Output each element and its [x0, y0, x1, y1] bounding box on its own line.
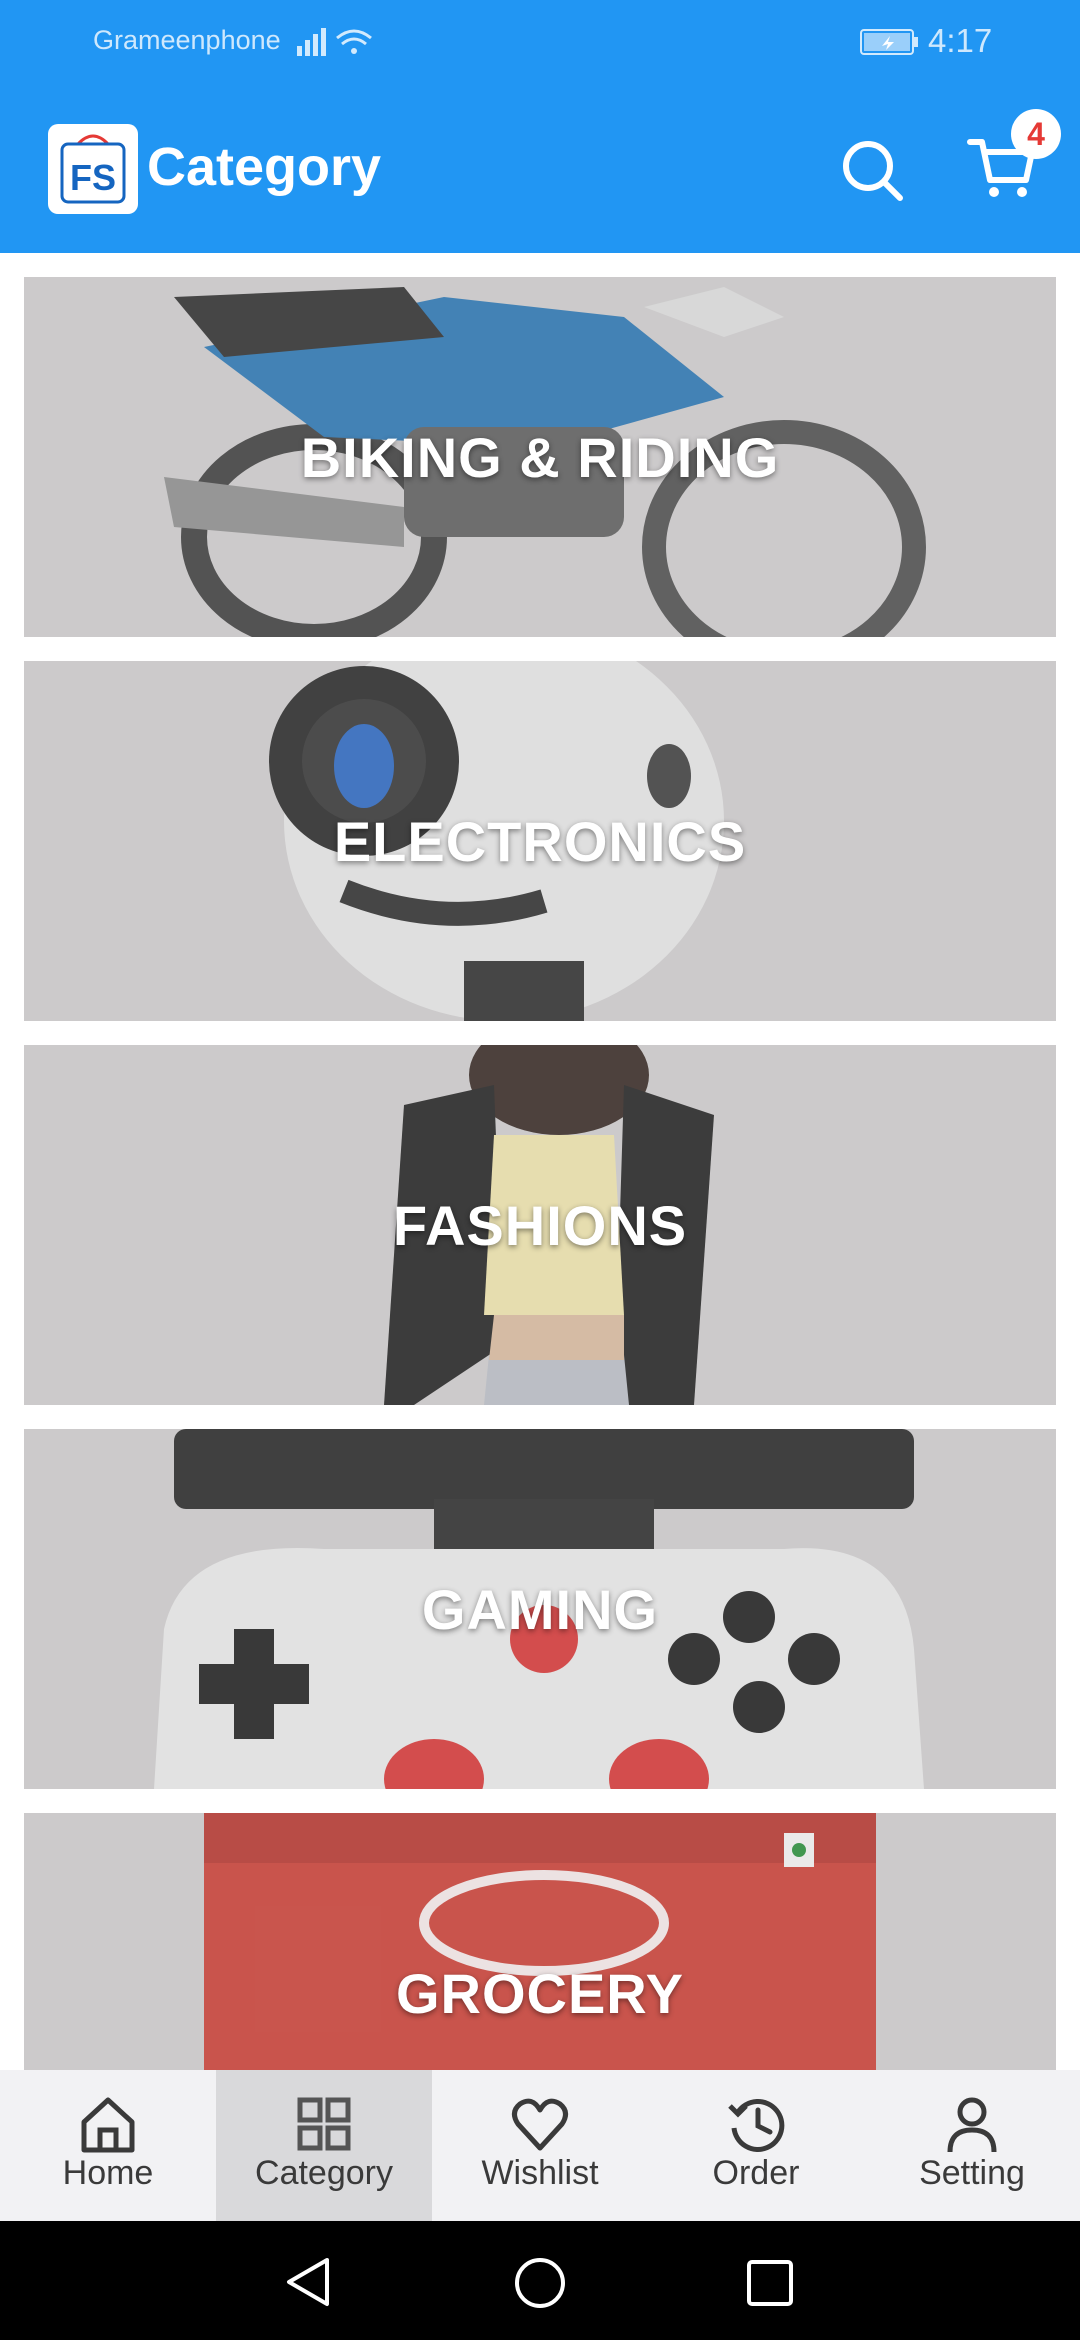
nav-label: Order [712, 2154, 800, 2192]
bottom-navigation: Home Category Wishlist Order Setting [0, 2070, 1080, 2221]
nav-order[interactable]: Order [648, 2070, 864, 2221]
category-label: BIKING & RIDING [300, 425, 780, 489]
search-icon[interactable] [840, 138, 906, 204]
category-card-fashions[interactable]: FASHIONS [24, 1045, 1056, 1405]
nav-label: Category [255, 2154, 393, 2192]
history-icon [728, 2098, 785, 2152]
category-label: FASHIONS [392, 1193, 688, 1257]
signal-wifi-icon [297, 28, 372, 56]
home-icon [81, 2097, 135, 2153]
category-label: GAMING [421, 1577, 659, 1641]
nav-label: Wishlist [481, 2154, 599, 2192]
category-card-gaming[interactable]: GAMING [24, 1429, 1056, 1789]
app-bar: Grameenphone 4:17 FS Category 4 [0, 0, 1080, 253]
app-logo: FS [48, 124, 138, 214]
nav-category[interactable]: Category [216, 2070, 432, 2221]
category-list[interactable]: BIKING & RIDING ELECTRONICS FASHIONS GAM… [0, 253, 1080, 2070]
battery-icon [860, 29, 918, 55]
logo-text: FS [70, 157, 116, 198]
category-card-grocery[interactable]: GROCERY [24, 1813, 1056, 2070]
nav-setting[interactable]: Setting [864, 2070, 1080, 2221]
nav-home[interactable]: Home [0, 2070, 216, 2221]
status-bar: Grameenphone 4:17 [0, 0, 1080, 86]
category-label: GROCERY [395, 1961, 685, 2025]
nav-label: Home [62, 2154, 154, 2192]
back-icon[interactable] [283, 2256, 335, 2308]
cart-count-badge: 4 [1011, 109, 1061, 159]
heart-icon [512, 2098, 568, 2151]
person-icon [947, 2097, 997, 2153]
category-label: ELECTRONICS [333, 809, 747, 873]
clock: 4:17 [928, 22, 993, 59]
home-circle-icon[interactable] [513, 2256, 567, 2310]
page-title: Category [147, 137, 382, 197]
category-card-biking[interactable]: BIKING & RIDING [24, 277, 1056, 637]
recents-icon[interactable] [745, 2258, 795, 2308]
nav-label: Setting [919, 2154, 1025, 2192]
grid-icon [297, 2097, 351, 2151]
category-card-electronics[interactable]: ELECTRONICS [24, 661, 1056, 1021]
carrier-name: Grameenphone [93, 25, 281, 55]
nav-wishlist[interactable]: Wishlist [432, 2070, 648, 2221]
system-navigation-bar [0, 2221, 1080, 2340]
